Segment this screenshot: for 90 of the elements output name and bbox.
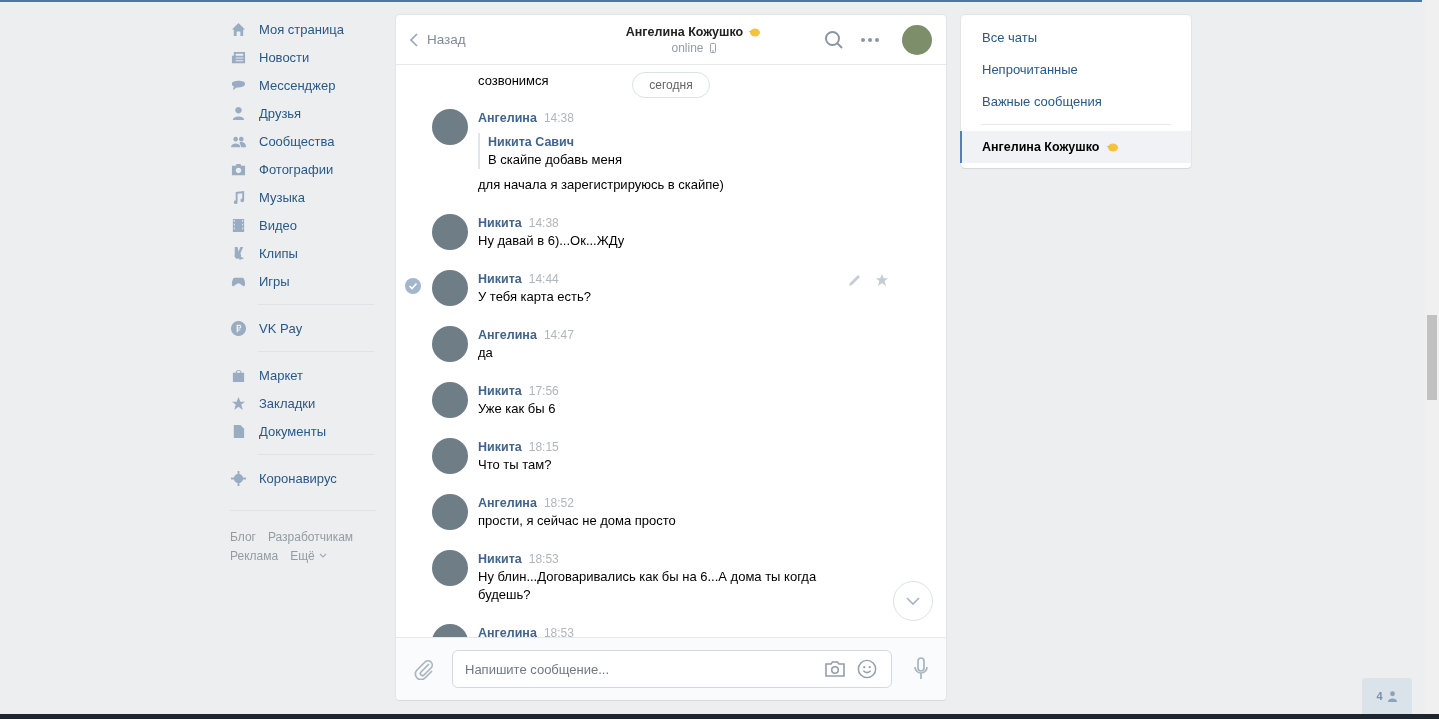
message-text: Ну блин...Договаривались как бы на 6...А дома ты когда будешь?: [478, 568, 818, 604]
sidebar-item[interactable]: Мессенджер: [230, 71, 376, 99]
sender-name[interactable]: Ангелина: [478, 109, 537, 127]
sidebar-item[interactable]: Закладки: [230, 389, 376, 417]
message-time: 18:15: [528, 439, 559, 456]
caret-icon: [318, 553, 327, 558]
message-text: для начала я зарегистрируюсь в скайпе): [478, 176, 724, 194]
chat-list-item[interactable]: Ангелина Кожушко: [960, 131, 1191, 163]
sender-name[interactable]: Никита: [478, 550, 522, 568]
sender-name[interactable]: Никита: [478, 270, 522, 288]
user-icon: [231, 105, 246, 121]
avatar-placeholder[interactable]: [432, 382, 468, 418]
film-icon: [231, 217, 246, 233]
sidebar-item[interactable]: Документы: [230, 417, 376, 445]
message-text: да: [478, 344, 493, 362]
chick-emoji-icon: [1107, 142, 1120, 152]
sidebar-item[interactable]: Видео: [230, 211, 376, 239]
bag-icon: [231, 367, 246, 383]
note-icon: [231, 189, 246, 205]
online-status: online: [671, 40, 704, 55]
message-text: У тебя карта есть?: [478, 288, 592, 306]
news-icon: [231, 49, 246, 65]
message-time: 14:38: [528, 215, 559, 232]
sidebar-item[interactable]: Маркет: [230, 361, 376, 389]
sender-name[interactable]: Ангелина: [478, 494, 537, 512]
chevron-left-icon: [410, 32, 418, 47]
message-time: 18:53: [528, 551, 559, 568]
avatar-placeholder[interactable]: [432, 438, 468, 474]
message-time: 18:52: [543, 495, 574, 512]
sidebar-item[interactable]: Сообщества: [230, 127, 376, 155]
message-time: 14:44: [528, 271, 559, 288]
avatar-placeholder[interactable]: [432, 494, 468, 530]
search-icon[interactable]: [824, 29, 844, 50]
sidebar-item[interactable]: Фотографии: [230, 155, 376, 183]
sender-name[interactable]: Ангелина: [478, 624, 537, 637]
chat-filter[interactable]: Непрочитанные: [960, 53, 1191, 85]
quote-text: В скайпе добавь меня: [488, 151, 623, 169]
person-icon: [1386, 690, 1398, 702]
date-pill: сегодня: [632, 72, 710, 98]
quote-author: Никита Савич: [488, 134, 575, 151]
star-icon[interactable]: [875, 273, 889, 287]
sidebar-item[interactable]: Музыка: [230, 183, 376, 211]
sender-name[interactable]: Никита: [478, 214, 522, 232]
paperclip-icon[interactable]: [414, 658, 434, 680]
message-text: Что ты там?: [478, 456, 552, 474]
message-text: прости, я сейчас не дома просто: [478, 512, 676, 530]
chick-emoji-icon: [749, 26, 762, 37]
phone-icon: [709, 42, 716, 53]
chat-filter[interactable]: Важные сообщения: [960, 85, 1191, 117]
star-icon: [231, 395, 246, 411]
camera-icon[interactable]: [824, 659, 846, 679]
doc-icon: [231, 423, 246, 439]
sidebar-item[interactable]: Друзья: [230, 99, 376, 127]
sidebar-item[interactable]: VK Pay: [230, 314, 376, 342]
avatar-placeholder[interactable]: [432, 550, 468, 586]
avatar-placeholder[interactable]: [902, 24, 932, 55]
home-icon: [231, 21, 246, 37]
camera-icon: [231, 161, 246, 177]
virus-icon: [231, 470, 246, 486]
sender-name[interactable]: Ангелина: [478, 326, 537, 344]
message-input[interactable]: Напишите сообщение...: [452, 650, 892, 688]
message-text: Ну давай в 6)...Ок...ЖДу: [478, 232, 625, 250]
message-text: созвонимся: [478, 72, 549, 90]
microphone-icon[interactable]: [914, 657, 928, 681]
sidebar-item[interactable]: Коронавирус: [230, 464, 376, 492]
avatar-placeholder[interactable]: [432, 326, 468, 362]
pencil-icon[interactable]: [848, 273, 862, 287]
scroll-down-button[interactable]: [893, 581, 933, 621]
avatar-placeholder[interactable]: [432, 109, 468, 145]
message-time: 14:38: [543, 110, 574, 127]
check-circle-icon[interactable]: [405, 278, 421, 294]
message-time: 18:53: [543, 625, 574, 637]
message-time: 14:47: [543, 327, 574, 344]
sidebar-item[interactable]: Игры: [230, 267, 376, 295]
message-text: Уже как бы 6: [478, 400, 556, 418]
message-time: 17:56: [528, 383, 559, 400]
chevron-down-icon: [906, 597, 920, 605]
sidebar-item[interactable]: Моя страница: [230, 15, 376, 43]
back-button[interactable]: Назад: [410, 32, 585, 47]
sidebar-item[interactable]: Новости: [230, 43, 376, 71]
sidebar-item[interactable]: Клипы: [230, 239, 376, 267]
chat-title: Ангелина Кожушко: [625, 24, 744, 39]
avatar-placeholder[interactable]: [432, 214, 468, 250]
sender-name[interactable]: Никита: [478, 382, 522, 400]
chat-filter[interactable]: Все чаты: [960, 21, 1191, 53]
sender-name[interactable]: Никита: [478, 438, 522, 456]
avatar-placeholder[interactable]: [432, 270, 468, 306]
more-icon[interactable]: [860, 36, 880, 43]
ruble-icon: [231, 320, 246, 336]
smiley-icon[interactable]: [856, 659, 878, 679]
